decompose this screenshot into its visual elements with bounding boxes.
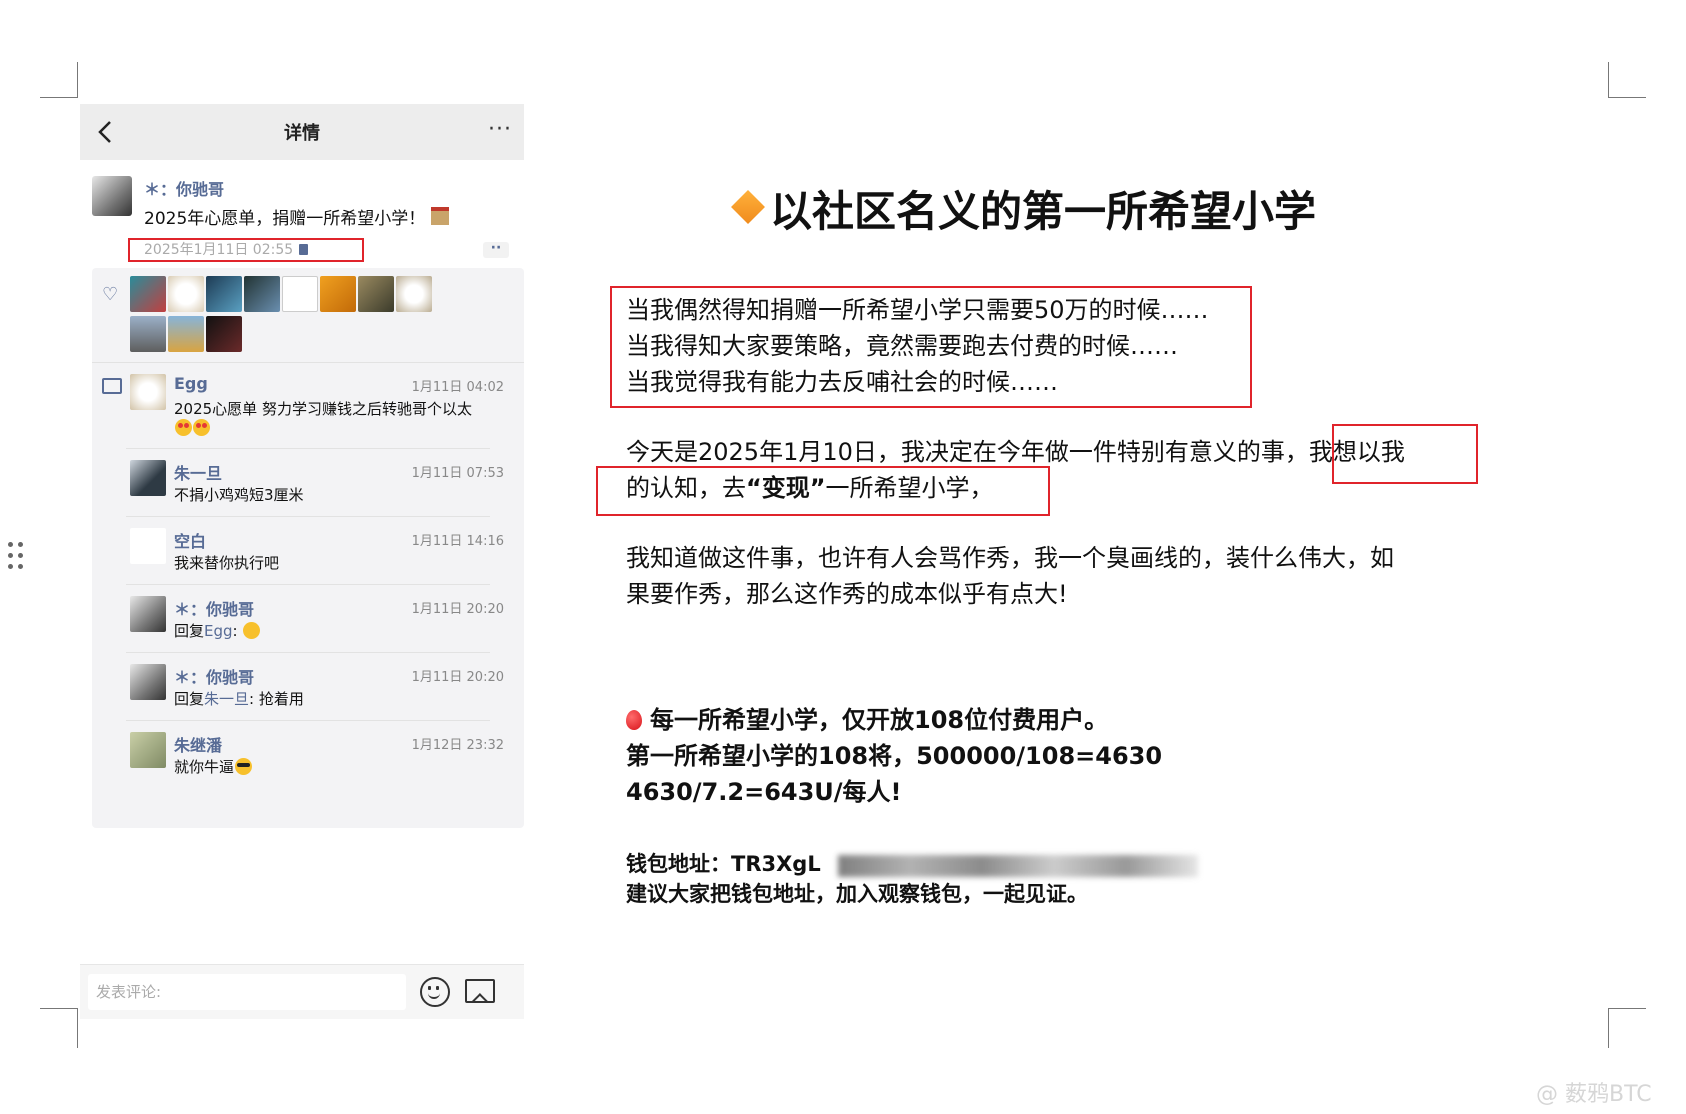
liker-avatar[interactable] (130, 316, 166, 352)
paragraph-line: 今天是2025年1月10日，我决定在今年做一件特别有意义的事，我想以我 (626, 438, 1405, 466)
wallet-note: 建议大家把钱包地址，加入观察钱包，一起见证。 (626, 882, 1088, 906)
divider (92, 362, 524, 363)
liker-avatar[interactable] (130, 276, 166, 312)
divider (126, 720, 490, 721)
nav-bar: 详情 ··· (80, 104, 524, 160)
comment-time: 1月11日 04:02 (411, 380, 504, 395)
image-icon[interactable] (465, 979, 495, 1003)
paragraph-line: 的认知，去“变现”一所希望小学， (626, 474, 994, 502)
comment-author[interactable]: 朱继潘 (174, 732, 222, 756)
liker-avatar[interactable] (244, 276, 280, 312)
red-balloon-icon (626, 710, 642, 730)
crop-mark (40, 1008, 78, 1009)
paragraph-line: 第一所希望小学的108将，500000/108=4630 (626, 742, 1163, 770)
comment-time: 1月12日 23:32 (411, 738, 504, 753)
paragraph-line: 当我得知大家要策略，竟然需要跑去付费的时候…… (626, 332, 1178, 360)
comment-icon (102, 378, 122, 394)
comment-author[interactable]: Egg (174, 374, 208, 393)
liker-avatar[interactable] (282, 276, 318, 312)
comment-time: 1月11日 20:20 (411, 670, 504, 685)
comment-text: 2025心愿单 努力学习赚钱之后转驰哥个以太 (174, 400, 472, 418)
avatar[interactable] (130, 528, 166, 564)
divider (126, 448, 490, 449)
liker-avatar[interactable] (168, 316, 204, 352)
crop-mark (77, 1008, 78, 1048)
comment-input-bar: 发表评论: (80, 964, 524, 1019)
comment-author[interactable]: ＊：你驰哥 (174, 596, 254, 620)
sunglasses-emoji-icon (235, 758, 253, 775)
heart-icon: ♡ (102, 284, 119, 305)
comment-text: 回复Egg: (174, 620, 261, 641)
redacted-blur (838, 855, 1198, 877)
comment-time: 1月11日 07:53 (411, 466, 504, 481)
moments-detail-screenshot: 详情 ··· ＊：你驰哥 2025年心愿单，捐赠一所希望小学！ 2025年1月1… (80, 104, 524, 1019)
comment-author[interactable]: 空白 (174, 528, 206, 552)
trash-icon[interactable] (299, 244, 309, 255)
paragraph-line: 4630/7.2=643U/每人! (626, 778, 902, 806)
like-comment-button[interactable]: ·· (483, 241, 509, 258)
liker-avatar[interactable] (396, 276, 432, 312)
divider (126, 652, 490, 653)
comments-panel: ♡ Egg 1月11日 04:02 2025心愿单 努力学习赚钱之后转驰哥个以太… (92, 268, 524, 828)
comment-text: 我来替你执行吧 (174, 554, 280, 572)
post-timestamp: 2025年1月11日 02:55 (128, 238, 364, 262)
avatar[interactable] (130, 596, 166, 632)
drag-handle-icon[interactable] (8, 542, 26, 572)
paragraph-line: 当我觉得我有能力去反哺社会的时候…… (626, 368, 1058, 396)
document-title: 以社区名义的第一所希望小学 (770, 187, 1317, 236)
orange-diamond-icon (731, 190, 765, 224)
crop-mark (77, 62, 78, 98)
comment-text: 回复朱一旦: 抢着用 (174, 690, 304, 708)
avatar[interactable] (130, 374, 166, 410)
liker-avatar[interactable] (320, 276, 356, 312)
comment-text: 不捐小鸡鸡短3厘米 (174, 486, 304, 504)
post-text: 2025年心愿单，捐赠一所希望小学！ (144, 204, 449, 229)
divider (126, 516, 490, 517)
liker-avatar[interactable] (206, 276, 242, 312)
paragraph-line: 我知道做这件事，也许有人会骂作秀，我一个臭画线的，装什么伟大，如 (626, 544, 1394, 572)
crop-mark (1608, 97, 1646, 98)
liker-avatar[interactable] (168, 276, 204, 312)
paragraph-line: 当我偶然得知捐赠一所希望小学只需要50万的时候…… (626, 296, 1209, 324)
watermark: @ 薮鸦BTC (1536, 1082, 1652, 1107)
more-icon[interactable]: ··· (488, 119, 512, 141)
paragraph-line: 果要作秀，那么这作秀的成本似乎有点大! (626, 580, 1068, 608)
comment-time: 1月11日 20:20 (411, 602, 504, 617)
liker-avatar[interactable] (358, 276, 394, 312)
heart-eyes-emoji-icon (193, 419, 210, 436)
liker-avatar[interactable] (206, 316, 242, 352)
divider (126, 584, 490, 585)
avatar[interactable] (130, 732, 166, 768)
comment-time: 1月11日 14:16 (411, 534, 504, 549)
comment-author[interactable]: ＊：你驰哥 (174, 664, 254, 688)
grin-emoji-icon (243, 622, 261, 639)
crop-mark (1608, 1008, 1609, 1048)
crop-mark (1608, 62, 1609, 98)
comment-emoji (174, 419, 210, 437)
avatar[interactable] (130, 664, 166, 700)
paragraph-line: 每一所希望小学，仅开放108位付费用户。 (626, 702, 1108, 738)
avatar[interactable] (92, 176, 132, 216)
comment-text: 就你牛逼 (174, 756, 253, 777)
heart-eyes-emoji-icon (175, 419, 192, 436)
emoji-icon[interactable] (420, 977, 450, 1007)
page-title: 详情 (284, 123, 320, 144)
comment-author[interactable]: 朱一旦 (174, 460, 222, 484)
crop-mark (1608, 1008, 1646, 1009)
avatar[interactable] (130, 460, 166, 496)
comment-input[interactable]: 发表评论: (88, 974, 406, 1010)
post-author[interactable]: ＊：你驰哥 (144, 176, 224, 200)
crop-mark (40, 97, 78, 98)
school-icon (430, 207, 449, 225)
